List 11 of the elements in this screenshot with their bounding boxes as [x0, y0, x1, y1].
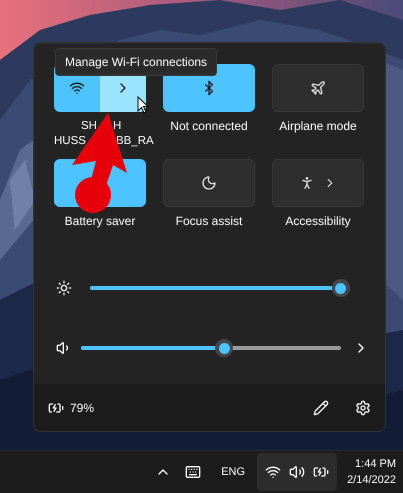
- tooltip: Manage Wi-Fi connections: [55, 48, 218, 76]
- tile-label: Not connected: [170, 119, 248, 134]
- tile-label: Battery saver: [64, 214, 136, 229]
- network-name: HUSS: [54, 134, 86, 149]
- network-name: SH: [80, 119, 97, 134]
- tile-label: Focus assist: [176, 214, 242, 229]
- tile-label: Airplane mode: [279, 119, 357, 134]
- battery-percentage: 79%: [70, 400, 94, 416]
- tile-label: Accessibility: [285, 214, 351, 229]
- network-name: BB_RA: [116, 134, 154, 149]
- network-name: H: [113, 119, 122, 134]
